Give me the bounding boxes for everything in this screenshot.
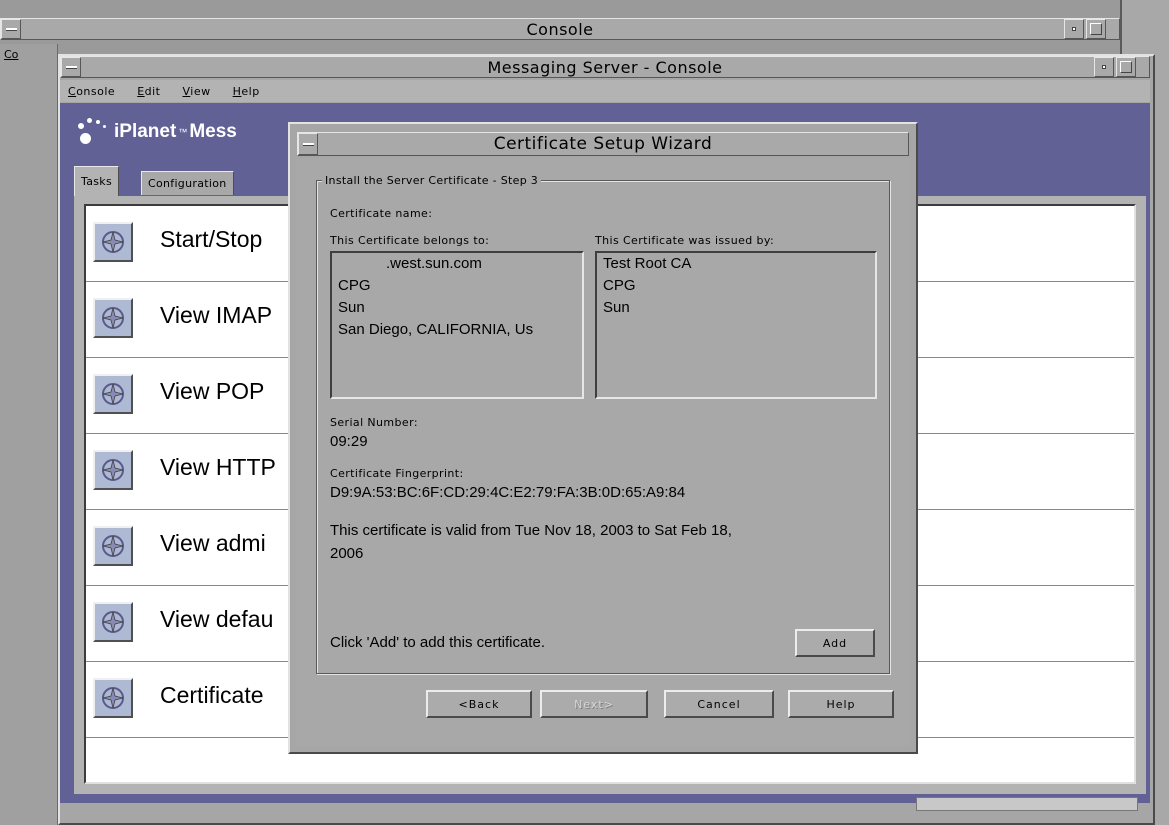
task-icon[interactable] [93,526,133,566]
tab-tasks[interactable]: Tasks [74,166,119,196]
task-icon[interactable] [93,222,133,262]
brand-trademark: ™ [178,127,188,137]
next-button[interactable]: Next> [540,690,648,718]
task-icon[interactable] [93,374,133,414]
wizard-window-menu-button[interactable] [298,133,318,155]
task-icon[interactable] [93,450,133,490]
messaging-titlebar[interactable]: Messaging Server - Console [60,56,1150,78]
belongs-to-item: Sun [338,299,365,316]
issued-by-item: Sun [603,299,630,316]
maximize-icon [1120,61,1132,73]
issued-by-item: CPG [603,277,636,294]
menu-bar: Console Edit View Help [60,80,1150,102]
cancel-button-label: Cancel [697,697,741,711]
certificate-name-label: Certificate name: [330,207,433,220]
back-button[interactable]: <Back [426,690,532,718]
task-label: Certificate [160,682,264,708]
menu-console[interactable]: Console [68,85,115,98]
fingerprint-label: Certificate Fingerprint: [330,467,464,480]
belongs-to-label: This Certificate belongs to: [330,234,490,247]
window-menu-icon [65,65,77,69]
serial-number-label: Serial Number: [330,416,418,429]
task-label: View IMAP [160,302,273,328]
menu-edit[interactable]: Edit [137,85,160,98]
console-maximize-button[interactable] [1086,19,1106,39]
help-button[interactable]: Help [788,690,894,718]
group-title: Install the Server Certificate - Step 3 [322,174,542,187]
belongs-to-list[interactable]: .west.sun.com CPG Sun San Diego, CALIFOR… [330,251,584,399]
task-label: View POP [160,378,265,404]
window-menu-icon [302,142,314,146]
task-icon[interactable] [93,678,133,718]
window-menu-icon [5,27,17,31]
next-button-label: Next> [574,697,614,711]
minimize-icon [1102,65,1106,69]
issued-by-item: Test Root CA [603,255,692,272]
validity-line-2: 2006 [330,545,364,562]
back-button-label: <Back [458,697,500,711]
add-button-label: Add [822,636,848,650]
belongs-to-item: .west.sun.com [386,255,482,272]
cancel-button[interactable]: Cancel [664,690,774,718]
console-window-menu-button[interactable] [1,19,21,39]
validity-line-1: This certificate is valid from Tue Nov 1… [330,522,732,539]
task-label: View HTTP [160,454,276,480]
console-menu-fragment[interactable]: Co [4,48,18,61]
console-title: Console [526,19,594,39]
maximize-icon [1090,23,1102,35]
wizard-title: Certificate Setup Wizard [493,134,713,154]
console-titlebar[interactable]: Console [0,18,1120,40]
menu-help[interactable]: Help [233,85,260,98]
console-left-pane [0,44,58,825]
issued-by-list[interactable]: Test Root CA CPG Sun [595,251,877,399]
wizard-titlebar[interactable]: Certificate Setup Wizard [297,132,909,156]
add-button[interactable]: Add [795,629,875,657]
messaging-window-menu-button[interactable] [61,57,81,77]
console-minimize-button[interactable] [1064,19,1084,39]
tab-configuration[interactable]: Configuration [141,171,234,195]
task-icon[interactable] [93,298,133,338]
menu-view[interactable]: View [183,85,211,98]
task-label: View defau [160,606,274,632]
fingerprint-value: D9:9A:53:BC:6F:CD:29:4C:E2:79:FA:3B:0D:6… [330,484,686,501]
brand-name: iPlanet [114,121,177,142]
add-prompt: Click 'Add' to add this certificate. [330,634,545,651]
task-label: View admi [160,530,266,556]
issued-by-label: This Certificate was issued by: [595,234,775,247]
task-label: Start/Stop [160,226,263,252]
iplanet-dots-icon [76,117,106,147]
messaging-title: Messaging Server - Console [487,57,723,77]
minimize-icon [1072,27,1076,31]
messaging-minimize-button[interactable] [1094,57,1114,77]
belongs-to-item: San Diego, CALIFORNIA, Us [338,321,534,338]
brand-suffix: Mess [189,121,237,142]
task-icon[interactable] [93,602,133,642]
help-button-label: Help [826,697,856,711]
iplanet-logo: iPlanet ™ Mess [76,112,237,152]
tab-tasks-label: Tasks [81,175,112,188]
belongs-to-item: CPG [338,277,371,294]
serial-number-value: 09:29 [330,433,368,450]
status-progress-bar [916,797,1138,811]
messaging-maximize-button[interactable] [1116,57,1136,77]
tab-configuration-label: Configuration [148,177,227,190]
